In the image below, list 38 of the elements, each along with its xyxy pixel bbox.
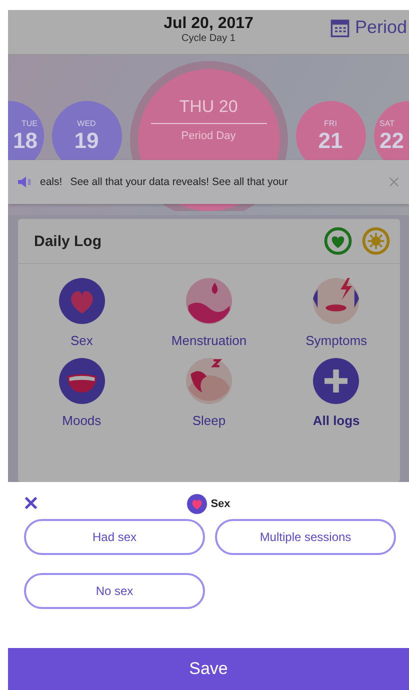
plus-icon [313, 358, 360, 404]
megaphone-icon [16, 174, 32, 190]
weekday-label: WED [77, 118, 96, 128]
day-label: THU 20 [150, 97, 266, 124]
heart-rate-icon [324, 227, 352, 255]
day-number: 22 [380, 128, 404, 154]
close-icon [22, 494, 40, 512]
option-button[interactable]: No sex [24, 573, 205, 609]
daily-log-title: Daily Log [34, 232, 102, 250]
log-category-button[interactable]: Moods [58, 358, 105, 428]
mouth-icon [58, 358, 105, 404]
close-icon [387, 175, 401, 189]
weekday-label: TUE [22, 118, 38, 128]
sleeping-person-icon [186, 358, 232, 404]
drop-icon [186, 278, 232, 324]
option-button[interactable]: Multiple sessions [215, 519, 396, 555]
lightning-icon [313, 278, 360, 324]
log-category-button[interactable]: All logs [312, 358, 360, 428]
save-button[interactable]: Save [8, 648, 409, 690]
cycle-day-subtitle: Cycle Day 1 [182, 33, 236, 44]
day-note: Period Day [181, 130, 236, 142]
weekday-label: SAT [380, 118, 394, 128]
period-button[interactable]: Period [328, 17, 409, 38]
day-number: 18 [13, 128, 38, 154]
banner-text: eals! [40, 176, 62, 188]
weekday-label: FRI [324, 118, 337, 128]
close-button[interactable] [22, 494, 40, 512]
option-button[interactable]: Had sex [24, 519, 205, 555]
log-category-button[interactable]: Sex [58, 278, 105, 348]
day-number: 21 [318, 128, 343, 154]
calendar-icon [330, 18, 350, 38]
log-category-button[interactable]: Symptoms [306, 278, 368, 348]
log-category-button[interactable]: Menstruation [171, 278, 247, 348]
sheet-title: Sex [210, 498, 230, 510]
date-title: Jul 20, 2017 [164, 15, 254, 33]
day-number: 19 [74, 128, 99, 154]
log-category-button[interactable]: Sleep [186, 358, 232, 428]
sun-icon [362, 227, 390, 255]
